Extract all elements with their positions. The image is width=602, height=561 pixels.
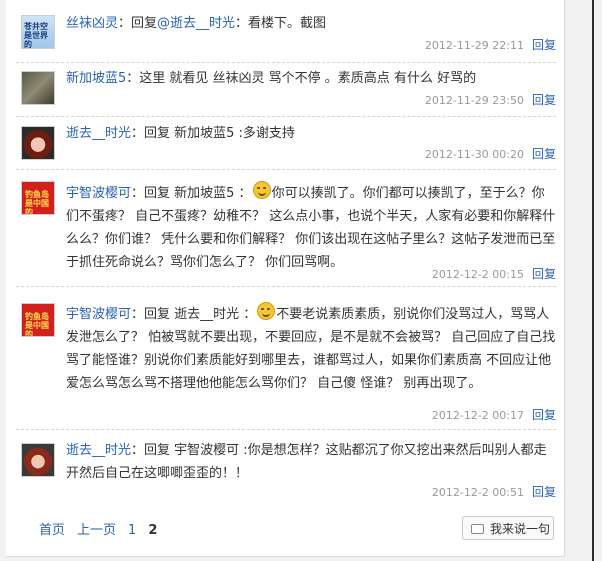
current-page: 2 — [148, 523, 158, 538]
smiley-icon — [252, 181, 271, 199]
timestamp: 2012-12-2 00:17 — [431, 409, 524, 422]
reply-link[interactable]: 回复 — [532, 38, 556, 52]
first-page-link[interactable]: 首页 — [39, 523, 65, 538]
comment-text: ：回复 新加坡蓝5 ： — [131, 186, 252, 201]
comment-item: 逝去__时光：回复 宇智波樱可 :你是想怎样？这贴都沉了你又挖出来然后叫别人都走… — [16, 430, 556, 506]
avatar[interactable] — [21, 71, 55, 105]
reply-link[interactable]: 回复 — [532, 147, 556, 161]
comment-text: ：回复 新加坡蓝5 :多谢支持 — [131, 126, 295, 141]
comment-body: 新加坡蓝5：这里 就看见 丝袜凶灵 骂个不停 。素质高点 有什么 好骂的 — [66, 67, 556, 90]
comment-item: 新加坡蓝5：这里 就看见 丝袜凶灵 骂个不停 。素质高点 有什么 好骂的 201… — [16, 62, 556, 117]
comment-meta: 2012-12-2 00:51 回复 — [432, 483, 556, 500]
smiley-icon — [257, 302, 276, 320]
timestamp: 2012-11-30 00:20 — [424, 148, 524, 161]
comment-body: 宇智波樱可：回复 逝去__时光 ：不要老说素质素质，别说你们没骂过人，骂骂人发泄… — [66, 302, 556, 395]
comment-meta: 2012-11-30 00:20 回复 — [425, 145, 556, 162]
comment-meta: 2012-12-2 00:15 回复 — [432, 265, 556, 282]
comment-meta: 2012-11-29 23:50 回复 — [425, 91, 556, 108]
reply-link[interactable]: 回复 — [532, 408, 556, 422]
comment-item: 钓鱼岛 是中国的 宇智波樱可：回复 新加坡蓝5 ：你可以揍凯了。你们都可以揍凯了，… — [16, 169, 556, 287]
comment-item: 逝去__时光：回复 新加坡蓝5 :多谢支持 2012-11-30 00:20 回复 — [16, 116, 556, 170]
timestamp: 2012-12-2 00:51 — [431, 486, 524, 499]
comment-text: ：回复 逝去__时光 ： — [131, 307, 257, 322]
scrollbar-edge — [592, 0, 594, 561]
comment-item: 钓鱼岛 是中国的 宇智波樱可：回复 逝去__时光 ：不要老说素质素质，别说你们没骂… — [16, 287, 556, 430]
timestamp: 2012-11-29 22:11 — [424, 39, 524, 52]
comment-body: 逝去__时光：回复 宇智波樱可 :你是想怎样？这贴都沉了你又挖出来然后叫别人都走… — [66, 439, 556, 485]
username-link[interactable]: 逝去__时光 — [66, 126, 131, 141]
comment-text: ：回复 宇智波樱可 :你是想怎样？这贴都沉了你又挖出来然后叫别人都走开然后自己在… — [66, 443, 547, 481]
comment-body: 逝去__时光：回复 新加坡蓝5 :多谢支持 — [66, 122, 556, 145]
comment-meta: 2012-11-29 22:11 回复 — [425, 36, 556, 53]
username-link[interactable]: 宇智波樱可 — [66, 307, 131, 322]
avatar[interactable]: 苍井空 是世界的 — [21, 15, 55, 49]
comment-item: 苍井空 是世界的 丝袜凶灵：回复@逝去__时光：看楼下。截图 2012-11-29… — [16, 6, 556, 63]
comment-body: 丝袜凶灵：回复@逝去__时光：看楼下。截图 — [66, 12, 556, 35]
reply-link[interactable]: 回复 — [532, 267, 556, 281]
comment-text: ：这里 就看见 丝袜凶灵 骂个不停 。素质高点 有什么 好骂的 — [126, 71, 477, 86]
username-link[interactable]: 新加坡蓝5 — [66, 71, 126, 86]
comment-body: 宇智波樱可：回复 新加坡蓝5 ：你可以揍凯了。你们都可以揍凯了，至于么？你们不蛋… — [66, 181, 556, 274]
username-link[interactable]: 逝去__时光 — [66, 443, 131, 458]
avatar-caption: 苍井空 是世界的 — [24, 22, 48, 49]
comment-text: ：看楼下。截图 — [235, 16, 327, 31]
reply-link[interactable]: 回复 — [532, 93, 556, 107]
comment-meta: 2012-12-2 00:17 回复 — [432, 406, 556, 423]
pagination: 首页 上一页 1 2 — [39, 519, 169, 538]
speech-bubble-icon — [471, 524, 484, 534]
avatar[interactable]: 钓鱼岛 是中国的 — [21, 303, 55, 337]
avatar[interactable] — [21, 126, 55, 160]
write-comment-button[interactable]: 我来说一句 — [462, 516, 554, 540]
avatar-caption: 钓鱼岛 是中国的 — [25, 190, 49, 215]
username-link[interactable]: 宇智波樱可 — [66, 186, 131, 201]
comment-panel: 苍井空 是世界的 丝袜凶灵：回复@逝去__时光：看楼下。截图 2012-11-29… — [6, 0, 565, 557]
reply-link[interactable]: 回复 — [532, 485, 556, 499]
prev-page-link[interactable]: 上一页 — [77, 523, 116, 538]
timestamp: 2012-12-2 00:15 — [431, 268, 524, 281]
username-link[interactable]: 丝袜凶灵 — [66, 16, 118, 31]
avatar[interactable] — [21, 443, 55, 477]
page-1-link[interactable]: 1 — [128, 523, 136, 538]
avatar[interactable]: 钓鱼岛 是中国的 — [21, 181, 55, 215]
comment-text: ：回复 — [118, 16, 158, 31]
timestamp: 2012-11-29 23:50 — [424, 94, 524, 107]
mention-link[interactable]: @逝去__时光 — [157, 16, 235, 31]
write-comment-label: 我来说一句 — [490, 522, 551, 536]
avatar-caption: 钓鱼岛 是中国的 — [25, 312, 49, 337]
